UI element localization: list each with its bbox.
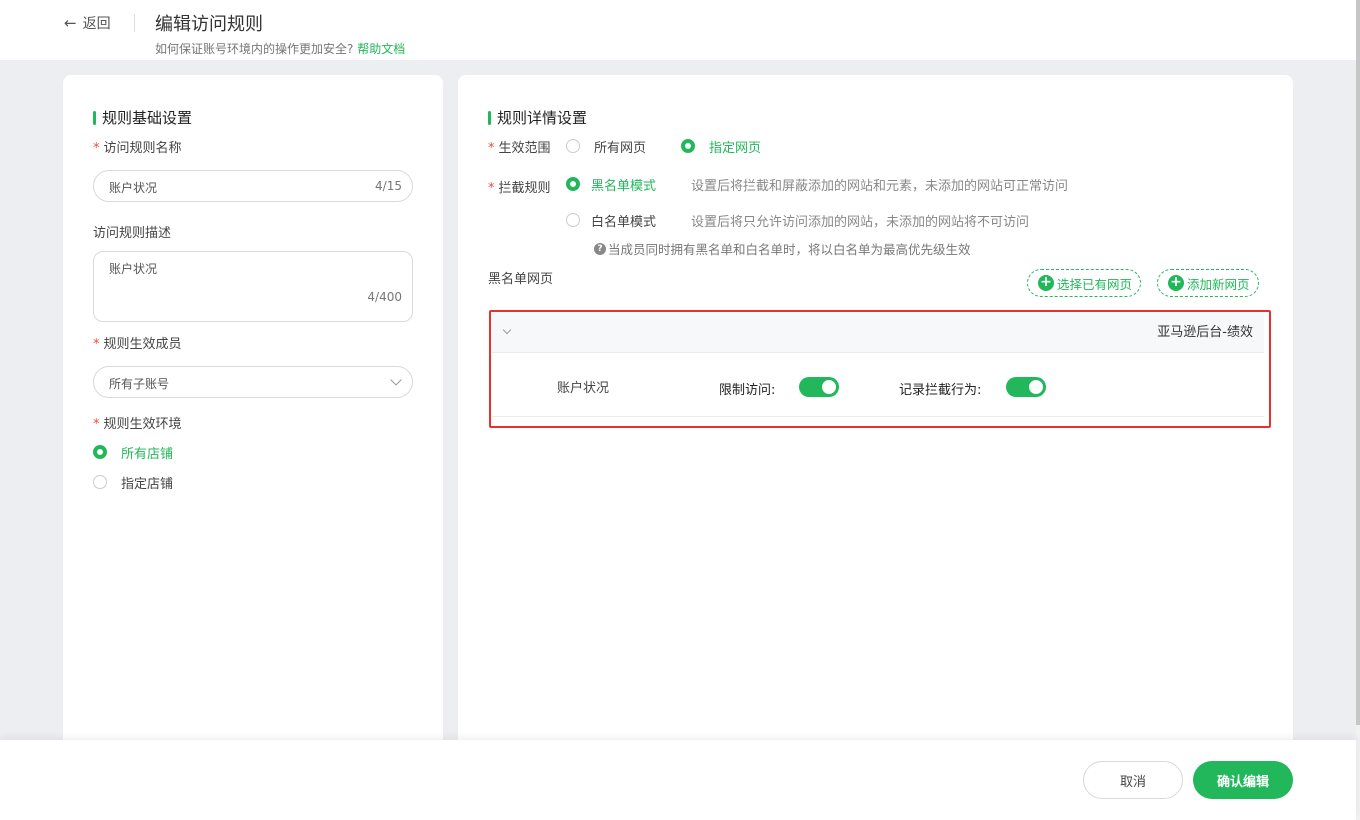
env-specific-shops-radio[interactable] (93, 475, 107, 489)
divider (134, 14, 135, 32)
block-rule-label-text: 拦截规则 (498, 181, 551, 196)
env-specific-shops-label[interactable]: 指定店铺 (121, 473, 173, 492)
rule-desc-value: 账户状况 (109, 262, 158, 276)
rule-desc-label: 访问规则描述 (93, 226, 172, 241)
subtitle-text: 如何保证账号环境内的操作更加安全? (155, 42, 354, 56)
rule-name-label-text: 访问规则名称 (103, 141, 182, 156)
rule-name-input[interactable]: 账户状况 4/15 (93, 170, 413, 202)
back-label: 返回 (82, 16, 111, 32)
highlight-box (489, 310, 1271, 428)
required-mark: * (93, 141, 100, 156)
required-mark: * (93, 337, 100, 352)
page-title: 编辑访问规则 (155, 14, 263, 35)
scope-specific-pages-label[interactable]: 指定网页 (709, 137, 761, 156)
page-subtitle: 如何保证账号环境内的操作更加安全? 帮助文档 (155, 40, 405, 57)
env-all-shops-label[interactable]: 所有店铺 (121, 443, 173, 462)
scope-all-pages-radio[interactable] (566, 139, 580, 153)
whitelist-mode-label[interactable]: 白名单模式 (591, 211, 656, 230)
blacklist-pages-label: 黑名单网页 (488, 272, 554, 287)
detail-settings-title-text: 规则详情设置 (497, 109, 588, 127)
basic-settings-title: 规则基础设置 (93, 107, 192, 128)
section-accent-bar (93, 110, 96, 125)
question-icon: ? (594, 242, 606, 255)
scope-label: * 生效范围 (488, 137, 551, 156)
detail-settings-title: 规则详情设置 (488, 107, 587, 128)
whitelist-mode-hint: 设置后将只允许访问添加的网站，未添加的网站将不可访问 (691, 215, 1030, 230)
rule-members-label-text: 规则生效成员 (103, 337, 182, 352)
scope-all-pages-label[interactable]: 所有网页 (594, 137, 646, 156)
rule-desc-textarea[interactable]: 账户状况 4/400 (93, 251, 413, 322)
help-doc-link[interactable]: 帮助文档 (357, 42, 405, 56)
rule-members-value: 所有子账号 (109, 377, 170, 391)
rule-env-label: * 规则生效环境 (93, 413, 182, 432)
rule-env-label-text: 规则生效环境 (103, 417, 182, 432)
plus-circle-icon: + (1038, 275, 1054, 291)
blacklist-mode-label[interactable]: 黑名单模式 (591, 175, 656, 194)
required-mark: * (93, 417, 100, 432)
scope-specific-pages-radio[interactable] (681, 139, 695, 153)
action-footer: 取消 确认编辑 (0, 740, 1356, 820)
whitelist-mode-radio[interactable] (566, 213, 580, 227)
required-mark: * (488, 141, 495, 156)
scrollbar-thumb[interactable] (1356, 0, 1360, 725)
add-new-page-label: 添加新网页 (1187, 276, 1250, 292)
rule-desc-counter: 4/400 (367, 290, 402, 304)
priority-note: ? 当成员同时拥有黑名单和白名单时，将以白名单为最高优先级生效 (594, 239, 971, 258)
required-mark: * (488, 181, 495, 196)
section-accent-bar (488, 110, 491, 125)
rule-members-select[interactable]: 所有子账号 (93, 366, 413, 398)
page-scrollbar[interactable] (1356, 0, 1360, 820)
chevron-down-icon (390, 374, 402, 386)
cancel-button[interactable]: 取消 (1083, 761, 1183, 799)
confirm-edit-button[interactable]: 确认编辑 (1193, 761, 1293, 799)
rule-name-value: 账户状况 (109, 181, 158, 195)
blacklist-mode-radio[interactable] (566, 177, 580, 191)
page-header: ← 返回 编辑访问规则 如何保证账号环境内的操作更加安全? 帮助文档 (0, 0, 1356, 60)
blacklist-mode-hint: 设置后将拦截和屏蔽添加的网站和元素，未添加的网站可正常访问 (691, 179, 1069, 194)
scope-label-text: 生效范围 (498, 141, 551, 156)
rule-name-label: * 访问规则名称 (93, 137, 182, 156)
back-button[interactable]: ← 返回 (64, 13, 111, 33)
priority-note-text: 当成员同时拥有黑名单和白名单时，将以白名单为最高优先级生效 (608, 242, 971, 257)
select-existing-page-label: 选择已有网页 (1057, 276, 1133, 292)
env-all-shops-radio[interactable] (93, 445, 107, 459)
add-new-page-button[interactable]: + 添加新网页 (1157, 269, 1259, 297)
rule-name-counter: 4/15 (375, 179, 402, 193)
basic-settings-title-text: 规则基础设置 (102, 109, 193, 127)
arrow-left-icon: ← (64, 14, 77, 32)
select-existing-page-button[interactable]: + 选择已有网页 (1027, 269, 1142, 297)
plus-circle-icon: + (1168, 275, 1184, 291)
block-rule-label: * 拦截规则 (488, 177, 551, 196)
rule-members-label: * 规则生效成员 (93, 333, 182, 352)
